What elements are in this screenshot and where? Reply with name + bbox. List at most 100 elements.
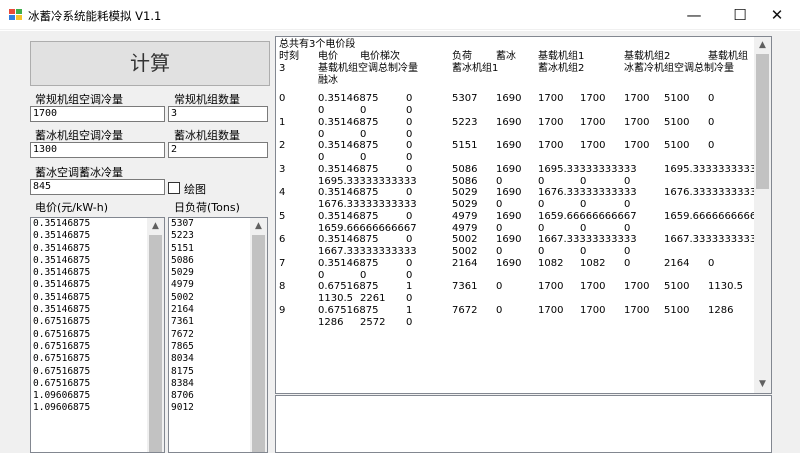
output-cell: 5100 <box>664 281 690 292</box>
output-cell: 1700 <box>538 304 564 316</box>
output-cell: 0 <box>580 199 587 210</box>
load-scrollbar[interactable]: ▲ <box>250 218 267 452</box>
list-item[interactable]: 1.09606875 <box>31 390 164 402</box>
list-item[interactable]: 0.67516875 <box>31 366 164 378</box>
secondary-textbox[interactable] <box>275 395 772 453</box>
ice-cooling-input[interactable]: 845 <box>30 179 165 195</box>
storage-count-label: 蓄冰机组数量 <box>174 129 240 142</box>
output-textbox[interactable]: 总共有3个电价段 时刻 电价 电价梯次 负荷 蓄冰 基载机组1 基载机组2 基载机组 3 基载机组空… <box>275 36 772 394</box>
output-cell: 0 <box>360 269 367 281</box>
output-cell: 5100 <box>664 140 690 151</box>
output-header-cell: 蓄冰机组2 <box>538 63 585 74</box>
output-header-cell: 基载机组2 <box>624 51 671 62</box>
output-cell: 5086 <box>452 175 478 187</box>
output-cell: 7672 <box>452 304 478 316</box>
storage-cooling-input[interactable]: 1300 <box>30 142 165 158</box>
output-cell: 1700 <box>624 281 650 292</box>
list-item[interactable]: 0.35146875 <box>31 267 164 279</box>
output-cell: 0.35146875 <box>318 163 379 175</box>
output-cell: 0 <box>624 246 631 257</box>
output-cell: 5086 <box>452 163 478 175</box>
scroll-thumb[interactable] <box>756 54 769 189</box>
output-cell: 0 <box>406 257 413 269</box>
output-cell: 1659.66666666667 <box>538 210 637 222</box>
list-item[interactable]: 0.35146875 <box>31 230 164 242</box>
load-listbox[interactable]: 5307 5223 5151 5086 5029 4979 5002 2164 7361 7672… <box>168 217 268 453</box>
list-item[interactable]: 0.35146875 <box>31 218 164 230</box>
output-cell: 5100 <box>664 93 690 104</box>
list-item[interactable]: 0.35146875 <box>31 255 164 267</box>
scroll-up-icon[interactable]: ▲ <box>754 37 771 54</box>
output-cell: 0 <box>538 199 545 210</box>
scroll-up-icon[interactable]: ▲ <box>250 218 267 235</box>
output-cell: 1700 <box>624 140 650 151</box>
output-cell: 0 <box>496 246 503 257</box>
list-item[interactable]: 0.67516875 <box>31 353 164 365</box>
output-cell: 1695.33333333333 <box>538 163 637 175</box>
output-cell: 4979 <box>452 210 478 222</box>
list-item[interactable]: 0.35146875 <box>31 243 164 255</box>
title-bar: 冰蓄冷系统能耗模拟 V1.1 — ☐ ✕ <box>0 0 800 30</box>
output-time-cell: 4 <box>279 187 286 198</box>
close-button[interactable]: ✕ <box>754 0 800 30</box>
scroll-thumb[interactable] <box>252 235 265 452</box>
output-cell: 1695.33333333333 <box>318 175 417 187</box>
list-item[interactable]: 0.67516875 <box>31 341 164 353</box>
output-cell: 0 <box>580 175 587 187</box>
output-cell: 0 <box>406 293 413 304</box>
output-summary: 总共有3个电价段 <box>279 39 356 50</box>
output-cell: 0 <box>406 105 413 116</box>
normal-count-input[interactable]: 3 <box>168 106 268 122</box>
app-icon <box>9 9 22 20</box>
list-item[interactable]: 0.35146875 <box>31 304 164 316</box>
output-cell: 0.35146875 <box>318 93 379 104</box>
price-listbox[interactable]: 0.35146875 0.35146875 0.35146875 0.35146875… <box>30 217 165 453</box>
minimize-button[interactable]: — <box>671 0 717 30</box>
output-header-cell: 基载机组空调总制冷量 <box>318 63 418 74</box>
scroll-thumb[interactable] <box>149 235 162 452</box>
output-cell: 7361 <box>452 281 478 292</box>
list-item[interactable]: 0.67516875 <box>31 329 164 341</box>
output-cell: 5223 <box>452 116 478 128</box>
output-time-cell: 5 <box>279 210 286 222</box>
output-cell: 0 <box>580 246 587 257</box>
output-cell: 0 <box>624 257 631 269</box>
load-list-header: 日负荷(Tons) <box>174 201 240 214</box>
calculate-button[interactable]: 计算 <box>30 41 270 86</box>
list-item[interactable]: 1.09606875 <box>31 402 164 414</box>
output-cell: 0 <box>538 175 545 187</box>
output-cell: 0 <box>406 128 413 140</box>
output-cell: 0 <box>360 152 367 163</box>
output-header-cell: 基载机组 <box>708 51 748 62</box>
output-cell: 0 <box>406 116 413 128</box>
output-cell: 1690 <box>496 93 522 104</box>
plot-label: 绘图 <box>184 183 206 196</box>
output-header-cell: 负荷 <box>452 51 472 62</box>
list-item[interactable]: 0.67516875 <box>31 378 164 390</box>
scroll-down-icon[interactable]: ▼ <box>754 376 771 393</box>
output-cell: 1690 <box>496 234 522 245</box>
output-cell: 0.35146875 <box>318 140 379 151</box>
normal-cooling-input[interactable]: 1700 <box>30 106 165 122</box>
storage-count-input[interactable]: 2 <box>168 142 268 158</box>
output-scrollbar[interactable]: ▲ ▼ <box>754 37 771 393</box>
output-header-cell: 蓄冰 <box>496 51 516 62</box>
output-cell: 0 <box>406 93 413 104</box>
output-cell: 1695.33333333333 <box>664 163 763 175</box>
output-cell: 0 <box>406 163 413 175</box>
plot-checkbox[interactable] <box>168 182 180 194</box>
output-cell: 0 <box>318 105 325 116</box>
output-cell: 1 <box>406 281 413 292</box>
list-item[interactable]: 0.67516875 <box>31 316 164 328</box>
scroll-up-icon[interactable]: ▲ <box>147 218 164 235</box>
output-header-cell: 蓄冰机组1 <box>452 63 499 74</box>
output-cell: 0 <box>406 210 413 222</box>
output-cell: 5029 <box>452 187 478 198</box>
output-cell: 1690 <box>496 210 522 222</box>
output-cell: 0 <box>624 199 631 210</box>
price-scrollbar[interactable]: ▲ <box>147 218 164 452</box>
output-cell: 1700 <box>580 304 606 316</box>
list-item[interactable]: 0.35146875 <box>31 292 164 304</box>
output-cell: 1286 <box>708 304 734 316</box>
list-item[interactable]: 0.35146875 <box>31 279 164 291</box>
